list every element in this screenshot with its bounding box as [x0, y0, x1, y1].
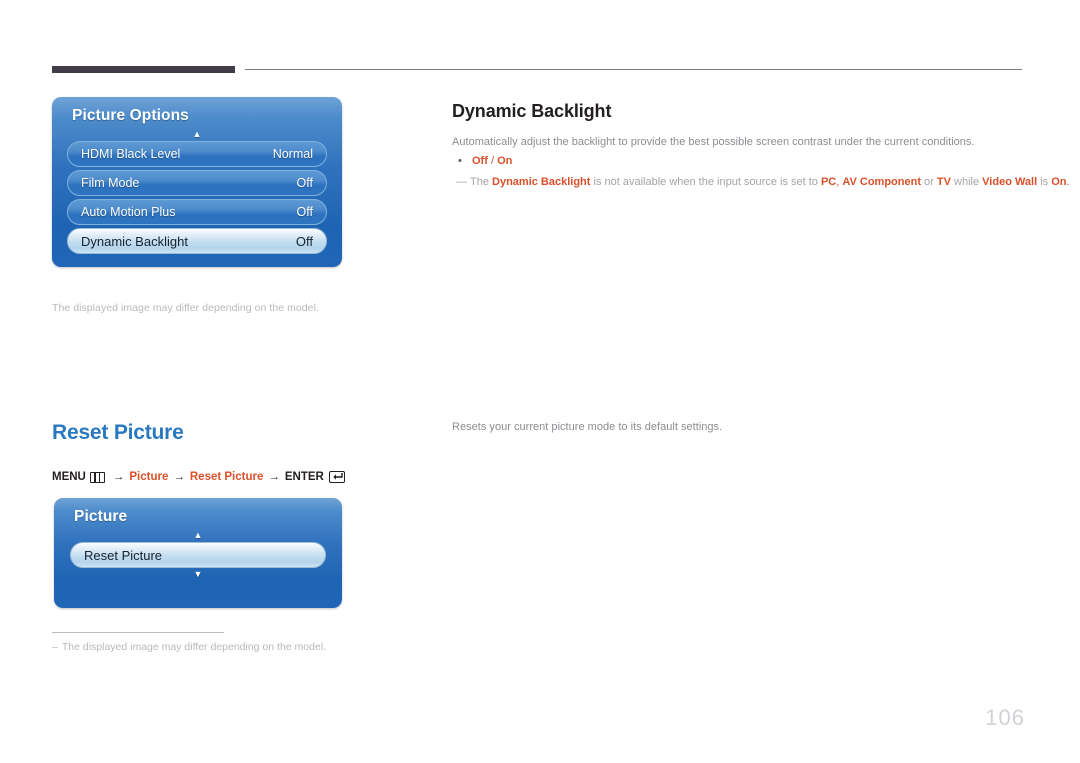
- osd-menu-item-film-mode[interactable]: Film Mode Off: [67, 170, 327, 196]
- osd-item-label: Film Mode: [81, 176, 140, 190]
- note-term-video-wall: Video Wall: [982, 176, 1038, 188]
- note-dash-icon: —: [456, 176, 467, 188]
- note-dynamic-backlight-availability: — The Dynamic Backlight is not available …: [456, 176, 1070, 188]
- menu-path-menu-label: MENU: [52, 471, 86, 483]
- osd-item-value: Off: [296, 176, 313, 190]
- enter-key-icon: [328, 471, 345, 483]
- footnote-divider: [52, 632, 224, 633]
- menu-path-enter-label: ENTER: [284, 471, 324, 483]
- option-separator: /: [487, 155, 498, 167]
- breadcrumb-menu-path: MENU → Picture → Reset Picture → ENTER: [52, 471, 345, 483]
- manual-page: Picture Options ▲ HDMI Black Level Norma…: [0, 0, 1080, 763]
- description-reset-picture: Resets your current picture mode to its …: [452, 421, 723, 433]
- osd-item-value: Off: [295, 233, 313, 249]
- osd-item-label: Reset Picture: [84, 547, 163, 563]
- menu-path-step-picture: Picture: [129, 471, 169, 483]
- note-term-pc: PC: [820, 176, 837, 188]
- footnote-note: – The displayed image may differ dependin…: [52, 641, 326, 653]
- note-term-dynamic-backlight: Dynamic Backlight: [492, 176, 591, 188]
- panel-caption-note: The displayed image may differ depending…: [52, 302, 319, 314]
- note-part-6: is: [1037, 176, 1052, 188]
- note-term-on: On: [1051, 176, 1067, 188]
- osd-menu-list: Reset Picture: [70, 542, 326, 571]
- scroll-down-arrow-icon[interactable]: ▼: [54, 570, 342, 579]
- header-divider-line: [245, 69, 1022, 70]
- osd-item-label: Dynamic Backlight: [81, 233, 188, 249]
- osd-item-value: Normal: [272, 147, 313, 161]
- osd-panel-title: Picture: [74, 508, 128, 525]
- note-part-2: is not available when the input source i…: [590, 176, 821, 188]
- description-dynamic-backlight: Automatically adjust the backlight to pr…: [452, 136, 975, 148]
- page-number: 106: [985, 705, 1025, 730]
- osd-item-label: Auto Motion Plus: [81, 205, 176, 219]
- osd-menu-item-hdmi-black-level[interactable]: HDMI Black Level Normal: [67, 141, 327, 167]
- menu-path-arrow-2: →: [173, 471, 185, 483]
- option-off: Off: [472, 155, 488, 167]
- osd-menu-list: HDMI Black Level Normal Film Mode Off Au…: [67, 141, 327, 257]
- footnote-text: The displayed image may differ depending…: [61, 641, 327, 653]
- osd-item-value: Off: [296, 205, 313, 219]
- note-term-tv: TV: [936, 176, 951, 188]
- menu-grid-icon: [89, 471, 105, 483]
- menu-path-step-reset-picture: Reset Picture: [189, 471, 264, 483]
- note-term-av-component: AV Component: [842, 176, 921, 188]
- note-part-7: .: [1066, 176, 1070, 188]
- header-accent-bar: [52, 66, 235, 73]
- bullet-marker-icon: •: [458, 155, 462, 167]
- menu-path-arrow-3: →: [268, 471, 280, 483]
- note-part-1: The: [470, 176, 493, 188]
- option-list-off-on: • Off / On: [458, 155, 512, 167]
- menu-path-arrow-1: →: [112, 471, 125, 483]
- footnote-dash-icon: –: [52, 641, 58, 653]
- osd-panel-picture-options: Picture Options ▲ HDMI Black Level Norma…: [52, 97, 342, 267]
- osd-menu-item-dynamic-backlight[interactable]: Dynamic Backlight Off: [67, 228, 327, 254]
- page-title-dynamic-backlight: Dynamic Backlight: [452, 101, 612, 121]
- note-part-5: while: [950, 176, 983, 188]
- page-title-reset-picture: Reset Picture: [52, 421, 184, 444]
- scroll-up-arrow-icon[interactable]: ▲: [54, 531, 342, 540]
- scroll-up-arrow-icon[interactable]: ▲: [52, 130, 342, 139]
- osd-menu-item-reset-picture[interactable]: Reset Picture: [70, 542, 326, 568]
- option-on: On: [497, 155, 513, 167]
- osd-item-label: HDMI Black Level: [81, 147, 181, 161]
- osd-menu-item-auto-motion-plus[interactable]: Auto Motion Plus Off: [67, 199, 327, 225]
- osd-panel-picture: Picture ▲ Reset Picture ▼: [54, 498, 342, 608]
- note-part-4: or: [921, 176, 937, 188]
- osd-panel-title: Picture Options: [72, 107, 189, 124]
